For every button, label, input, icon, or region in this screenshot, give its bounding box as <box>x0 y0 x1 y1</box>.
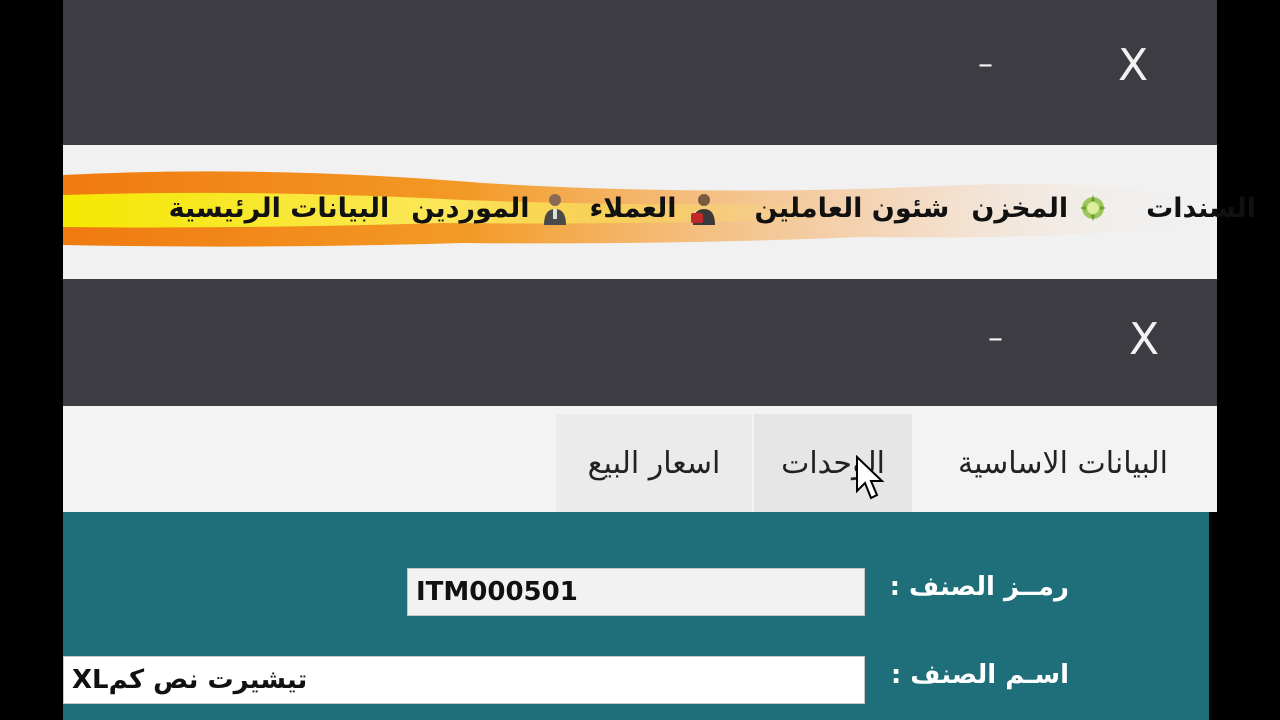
right-border <box>1217 0 1280 720</box>
warehouse-icon <box>1080 195 1107 221</box>
item-tabs: البيانات الاساسية الوحدات اسعار البيع <box>63 406 1217 512</box>
item-name-label: اسـم الصنف : <box>890 660 1069 690</box>
menu-item-hr[interactable]: شئون العاملين <box>755 193 950 224</box>
item-form-panel: رمــز الصنف : ITM000501 اسـم الصنف : تيش… <box>63 512 1209 720</box>
item-window-titlebar: X – <box>63 279 1217 406</box>
menu-label: شئون العاملين <box>754 192 950 224</box>
main-window-minimize-button[interactable]: – <box>978 50 993 80</box>
left-border <box>0 0 63 720</box>
main-window-close-button[interactable]: X <box>1118 44 1148 88</box>
person-icon <box>543 194 566 225</box>
mouse-pointer-icon <box>856 455 885 500</box>
menu-item-customers[interactable]: العملاء <box>590 191 715 225</box>
menu-item-master-data[interactable]: البيانات الرئيسية <box>169 193 390 224</box>
menu-label: السندات <box>1146 192 1256 224</box>
menu-item-warehouse[interactable]: المخزن <box>971 191 1107 225</box>
main-window-titlebar: X – <box>63 0 1217 145</box>
customer-icon <box>690 194 715 225</box>
main-menu: البيانات الرئيسية الموردين العملاء شئون … <box>169 186 1256 230</box>
tab-sale-prices[interactable]: اسعار البيع <box>556 414 752 512</box>
tab-basic-data[interactable]: البيانات الاساسية <box>913 414 1213 512</box>
menu-item-suppliers[interactable]: الموردين <box>411 191 567 225</box>
menu-label: المخزن <box>971 192 1069 224</box>
item-name-field[interactable]: تيشيرت نص كمXL <box>63 656 865 704</box>
menu-label: الموردين <box>411 192 530 224</box>
item-code-field[interactable]: ITM000501 <box>407 568 865 616</box>
tab-units[interactable]: الوحدات <box>754 414 912 512</box>
item-window-minimize-button[interactable]: – <box>988 324 1003 354</box>
menu-label: البيانات الرئيسية <box>168 192 390 224</box>
item-window-close-button[interactable]: X <box>1129 318 1159 362</box>
menu-label: العملاء <box>589 192 677 224</box>
item-code-label: رمــز الصنف : <box>889 572 1069 602</box>
menu-item-vouchers[interactable]: السندات <box>1146 193 1256 224</box>
